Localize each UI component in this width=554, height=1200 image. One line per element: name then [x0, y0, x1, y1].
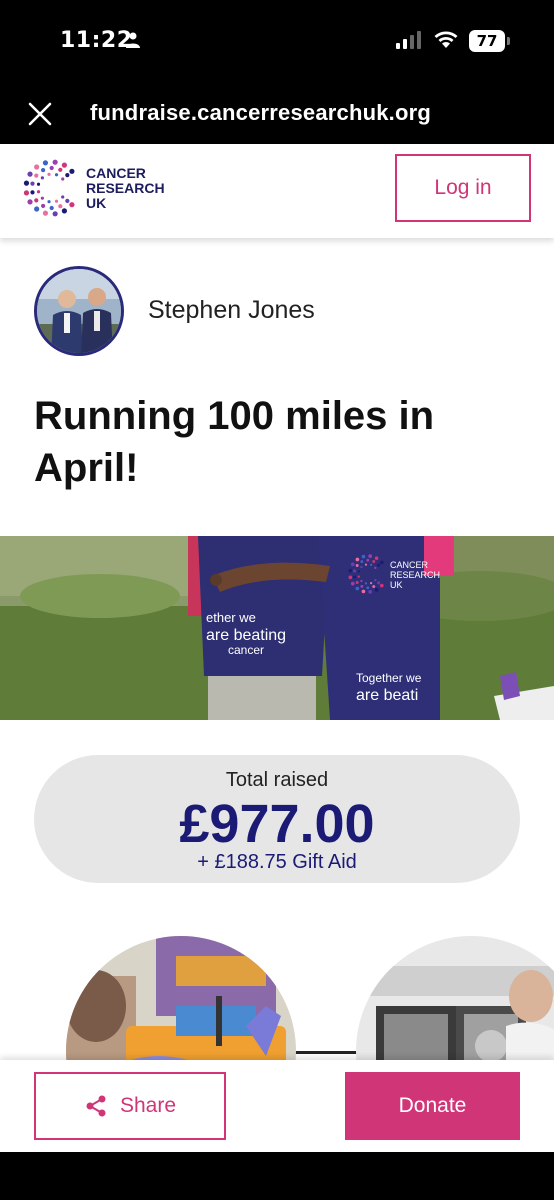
- share-label: Share: [119, 1094, 177, 1117]
- battery-indicator: 77: [469, 30, 505, 52]
- wifi-icon: [434, 31, 458, 48]
- person-icon: [126, 32, 140, 48]
- vest-logo-text: RESEARCH: [390, 570, 440, 580]
- vest-logo-text: UK: [390, 580, 403, 590]
- total-raised-panel: Total raised £977.00 + £188.75 Gift Aid: [34, 755, 520, 883]
- vest-text: Together we: [356, 671, 422, 685]
- page-title: Running 100 miles in April!: [34, 394, 435, 490]
- vest-text: are beati: [356, 687, 418, 704]
- vest-text: ether we: [206, 610, 256, 625]
- timeline-connector: [292, 1051, 358, 1054]
- donate-button[interactable]: Donate: [345, 1072, 520, 1140]
- site-header: CANCER RESEARCH UK Log in: [0, 144, 554, 238]
- logo-line: CANCER: [86, 165, 146, 181]
- avatar: [34, 266, 124, 356]
- status-bar: 11:22 77: [0, 0, 554, 84]
- fundraiser-name: Stephen Jones: [148, 296, 315, 324]
- url-text[interactable]: fundraise.cancerresearchuk.org: [90, 100, 431, 126]
- cancer-research-uk-logo-icon[interactable]: [22, 158, 82, 218]
- avatar-photo: [37, 269, 121, 353]
- hero-image: ether we are beating cancer Together we …: [0, 536, 554, 720]
- vest-logo-text: CANCER: [390, 560, 429, 570]
- lab-research-image: [66, 936, 296, 1060]
- total-raised-label: Total raised: [225, 769, 329, 791]
- vest-text: are beating: [206, 627, 286, 644]
- bottom-action-bar: Share Donate: [0, 1060, 554, 1152]
- logo-wordmark[interactable]: CANCER RESEARCH UK: [86, 166, 165, 211]
- browser-url-bar: fundraise.cancerresearchuk.org: [0, 84, 554, 144]
- status-time: 11:22: [60, 28, 133, 53]
- logo-line: UK: [86, 195, 107, 211]
- battery-tip: [507, 37, 510, 45]
- login-button[interactable]: Log in: [395, 154, 531, 222]
- share-icon: [86, 1095, 106, 1117]
- close-icon[interactable]: [28, 102, 52, 126]
- home-indicator-area: [0, 1152, 554, 1200]
- lab-equipment-image: [356, 936, 554, 1060]
- logo-line: RESEARCH: [86, 180, 165, 196]
- share-button[interactable]: Share: [34, 1072, 226, 1140]
- total-raised-amount: £977.00: [179, 794, 375, 854]
- gift-aid-amount: + £188.75 Gift Aid: [197, 851, 357, 873]
- signal-icon: [396, 31, 421, 49]
- vest-text: cancer: [228, 643, 264, 657]
- fundraising-page: Stephen Jones Running 100 miles in April…: [0, 238, 554, 1060]
